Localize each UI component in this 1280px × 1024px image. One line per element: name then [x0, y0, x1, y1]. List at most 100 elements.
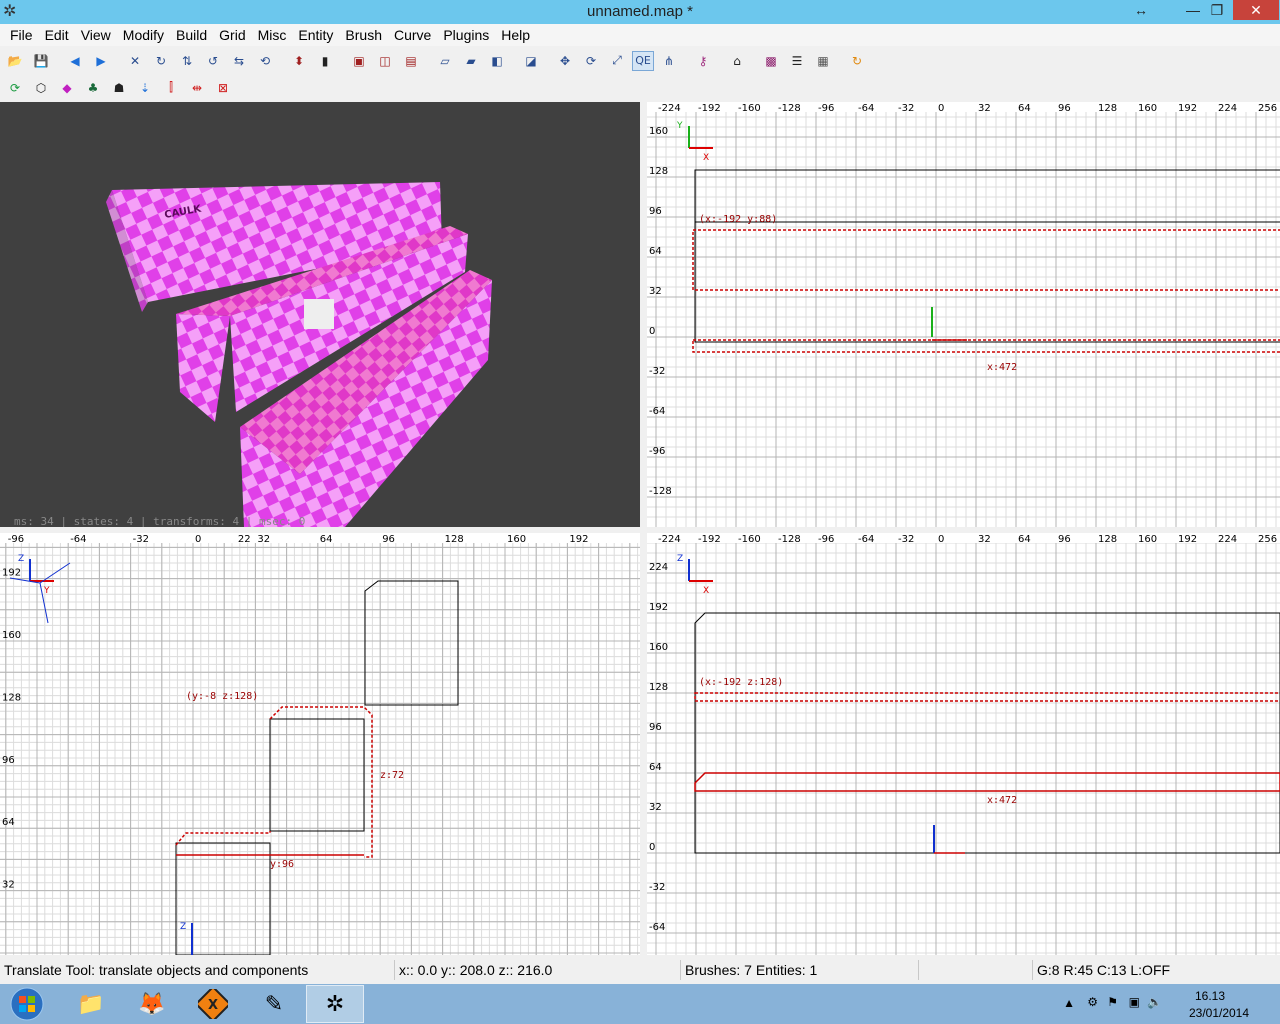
x-tick-label: -128 — [778, 103, 801, 114]
cycle-icon[interactable]: ⟳ — [4, 78, 26, 98]
tool-hint: Translate Tool: translate objects and co… — [4, 962, 309, 978]
open-icon[interactable]: 📂 — [4, 51, 26, 71]
texture-browser-icon[interactable]: ▦ — [812, 51, 834, 71]
x-tick-label: 22 — [238, 534, 251, 545]
axis-v-label: Y — [676, 121, 683, 131]
y-tick-label: 192 — [649, 602, 668, 613]
status-bar: Translate Tool: translate objects and co… — [0, 958, 1280, 982]
x-tick-label: -32 — [898, 103, 914, 114]
menu-bar: File Edit View Modify Build Grid Misc En… — [0, 24, 1280, 46]
x-tick-label: -160 — [738, 103, 761, 114]
menu-plugins[interactable]: Plugins — [437, 27, 495, 43]
menu-view[interactable]: View — [75, 27, 117, 43]
entity-list-icon[interactable]: ☰ — [786, 51, 808, 71]
flip-z-icon[interactable]: ⇆ — [228, 51, 250, 71]
x-tick-label: 64 — [320, 534, 333, 545]
select-complete-tall-icon[interactable]: ⬍ — [288, 51, 310, 71]
clock-date[interactable]: 23/01/2014 — [1184, 1006, 1254, 1020]
size-label: x:472 — [987, 795, 1017, 806]
menu-build[interactable]: Build — [170, 27, 213, 43]
maximize-button[interactable]: ❐ — [1200, 0, 1234, 20]
select-inside-icon[interactable]: ▣ — [348, 51, 370, 71]
front-view[interactable]: -224 -192 -160 -128 -96 -64 -32 0 32 64 96 128 160 19… — [647, 533, 1280, 955]
csg-subtract-icon[interactable]: ▱ — [434, 51, 456, 71]
menu-help[interactable]: Help — [495, 27, 536, 43]
clock-time[interactable]: 16.13 — [1180, 989, 1240, 1003]
menu-brush[interactable]: Brush — [339, 27, 388, 43]
menu-file[interactable]: File — [4, 27, 39, 43]
tray-arrow-icon[interactable]: ▲ — [1063, 996, 1075, 1010]
y-tick-label: -128 — [649, 486, 672, 497]
x-tick-label: 224 — [1218, 534, 1237, 545]
foliage-icon[interactable]: ♣ — [82, 78, 104, 98]
main-toolbar: 📂 💾 ◀ ▶ ✕ ↻ ⇅ ↺ ⇆ ⟲ ⬍ ▮ ▣ ◫ ▤ ▱ ▰ ◧ ◪ ✥ … — [0, 48, 1280, 73]
side-view[interactable]: -96 -64 -32 0 32 64 96 128 160 192 22 192 160 128 96 64… — [0, 533, 640, 955]
close-button[interactable]: ✕ — [1233, 0, 1279, 20]
scale-icon[interactable]: ⤢ — [606, 51, 628, 71]
redo-icon[interactable]: ▶ — [90, 51, 112, 71]
taskbar: 📁 🦊 X ✎ ✲ ▲ ⚙ ⚑ ▣ 🔈 16.13 23/01/2014 — [0, 984, 1280, 1024]
translate-icon[interactable]: ✥ — [554, 51, 576, 71]
rotate-y-icon[interactable]: ↺ — [202, 51, 224, 71]
camera-target-marker — [304, 299, 334, 329]
coord-label: (x:-192 z:128) — [699, 677, 783, 688]
y-tick-label: 160 — [649, 642, 668, 653]
qe-tool-button[interactable]: QE — [632, 50, 654, 71]
mirror-icon[interactable]: ⇹ — [186, 78, 208, 98]
select-touching-icon[interactable]: ▮ — [314, 51, 336, 71]
lighting-icon[interactable]: ⌂ — [726, 51, 748, 71]
volume-icon[interactable]: 🔈 — [1147, 995, 1162, 1009]
vertex-edit-icon[interactable]: ⋔ — [658, 51, 680, 71]
resize-icon[interactable]: ↔ — [1124, 0, 1158, 20]
start-button[interactable] — [0, 985, 54, 1023]
select-partial-icon[interactable]: ◫ — [374, 51, 396, 71]
camera-view[interactable]: CAULK ms: 34 | states: 4 | transforms: 4… — [0, 102, 640, 527]
rotate-icon[interactable]: ⟳ — [580, 51, 602, 71]
xampp-icon[interactable]: X — [184, 985, 242, 1023]
y-tick-label: -32 — [649, 882, 665, 893]
patch-icon[interactable]: ▩ — [760, 51, 782, 71]
x-tick-label: 64 — [1018, 103, 1031, 114]
x-tick-label: -224 — [658, 103, 681, 114]
flip-y-icon[interactable]: ⇅ — [176, 51, 198, 71]
radiant-taskbar-icon[interactable]: ✲ — [306, 985, 364, 1023]
y-tick-label: -32 — [649, 366, 665, 377]
steam-icon[interactable]: ⚙ — [1087, 995, 1098, 1009]
flip-x-icon[interactable]: ✕ — [124, 51, 146, 71]
menu-entity[interactable]: Entity — [292, 27, 339, 43]
texture-lock-icon[interactable]: ⚷ — [692, 51, 714, 71]
menu-modify[interactable]: Modify — [117, 27, 170, 43]
axis-h-label: Y — [43, 586, 50, 596]
patch-filter-icon[interactable]: ◆ — [56, 78, 78, 98]
status-empty — [918, 960, 1030, 980]
make-hollow-icon[interactable]: ◧ — [486, 51, 508, 71]
menu-misc[interactable]: Misc — [252, 27, 293, 43]
x-tick-label: 64 — [1018, 534, 1031, 545]
save-icon[interactable]: 💾 — [30, 51, 52, 71]
brush-outline — [694, 169, 1280, 223]
monster-icon[interactable]: ☗ — [108, 78, 130, 98]
top-view[interactable]: -224 -192 -160 -128 -96 -64 -32 0 32 64 96 128 160 19… — [647, 102, 1280, 527]
select-full-icon[interactable]: ▤ — [400, 51, 422, 71]
menu-edit[interactable]: Edit — [39, 27, 75, 43]
y-tick-label: 160 — [649, 126, 668, 137]
x-tick-label: 96 — [1058, 103, 1071, 114]
hexagon-icon[interactable]: ⬡ — [30, 78, 52, 98]
undo-icon[interactable]: ◀ — [64, 51, 86, 71]
rotate-x-icon[interactable]: ↻ — [150, 51, 172, 71]
split-icon[interactable]: ⫿ — [160, 78, 182, 98]
rotate-z-icon[interactable]: ⟲ — [254, 51, 276, 71]
axis-h-label: X — [703, 153, 709, 163]
menu-grid[interactable]: Grid — [213, 27, 251, 43]
clipper-icon[interactable]: ◪ — [520, 51, 542, 71]
csg-merge-icon[interactable]: ▰ — [460, 51, 482, 71]
file-explorer-icon[interactable]: 📁 — [62, 985, 120, 1023]
drop-icon[interactable]: ⇣ — [134, 78, 156, 98]
menu-curve[interactable]: Curve — [388, 27, 437, 43]
network-icon[interactable]: ▣ — [1129, 995, 1140, 1009]
editor-icon[interactable]: ✎ — [245, 985, 303, 1023]
refresh-icon[interactable]: ↻ — [846, 51, 868, 71]
flag-icon[interactable]: ⚑ — [1107, 995, 1118, 1009]
no-draw-icon[interactable]: ⊠ — [212, 78, 234, 98]
firefox-icon[interactable]: 🦊 — [123, 985, 181, 1023]
